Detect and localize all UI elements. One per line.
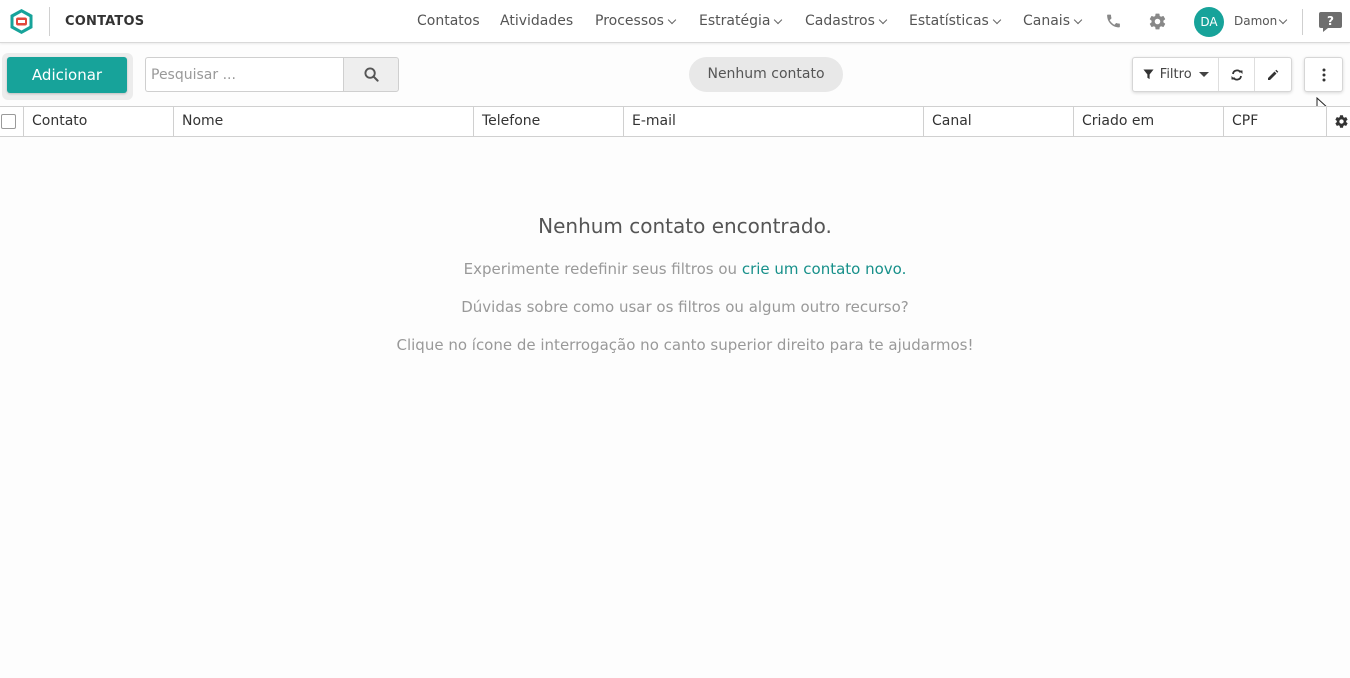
chevron-down-icon — [1073, 15, 1083, 24]
svg-text:?: ? — [1327, 14, 1334, 28]
logo-divider — [49, 7, 50, 36]
nav-item-canais[interactable]: Canais — [1023, 13, 1083, 29]
nav-label: Canais — [1023, 13, 1070, 29]
refresh-button[interactable] — [1219, 58, 1256, 91]
nav-item-cadastros[interactable]: Cadastros — [805, 13, 888, 29]
avatar[interactable]: DA — [1194, 7, 1224, 37]
column-header-criado-em[interactable]: Criado em — [1074, 107, 1224, 136]
select-all-cell — [0, 107, 24, 136]
nav-label: Processos — [595, 13, 664, 29]
empty-state-hint-text: Experimente redefinir seus filtros ou — [463, 260, 742, 278]
view-actions-group: Filtro — [1132, 57, 1292, 92]
chevron-down-icon — [992, 15, 1002, 24]
column-header-contato[interactable]: Contato — [24, 107, 174, 136]
column-settings-gear-icon[interactable] — [1334, 114, 1349, 129]
pencil-icon — [1268, 69, 1279, 80]
refresh-icon — [1231, 69, 1243, 80]
nav-item-atividades[interactable]: Atividades — [500, 13, 573, 29]
empty-state-title: Nenhum contato encontrado. — [538, 214, 832, 238]
nav-label: Cadastros — [805, 13, 875, 29]
caret-down-icon — [1198, 72, 1209, 77]
help-chat-icon[interactable]: ? — [1318, 11, 1343, 33]
chevron-down-icon[interactable] — [1278, 15, 1288, 25]
top-navigation-bar: CONTATOS Contatos Atividades Processos E… — [0, 0, 1350, 43]
select-all-checkbox[interactable] — [1, 114, 16, 129]
empty-state-help-hint: Clique no ícone de interrogação no canto… — [396, 336, 974, 354]
chevron-down-icon — [774, 15, 783, 24]
add-contact-button[interactable]: Adicionar — [7, 57, 127, 93]
nav-label: Contatos — [417, 13, 480, 29]
page-title: CONTATOS — [65, 14, 145, 29]
edit-button[interactable] — [1255, 58, 1291, 91]
chevron-down-icon — [878, 15, 888, 24]
nav-item-contatos[interactable]: Contatos — [417, 13, 480, 29]
kebab-menu-icon — [1322, 68, 1325, 81]
nav-label: Estratégia — [699, 13, 771, 29]
nav-item-estrategia[interactable]: Estratégia — [699, 13, 783, 29]
nav-divider — [1302, 9, 1303, 35]
create-contact-link[interactable]: crie um contato novo. — [742, 260, 907, 278]
search-input[interactable] — [145, 57, 344, 92]
column-header-email[interactable]: E-mail — [624, 107, 924, 136]
nav-item-estatisticas[interactable]: Estatísticas — [909, 13, 1002, 29]
more-options-button[interactable] — [1304, 57, 1343, 92]
filter-label: Filtro — [1159, 67, 1192, 82]
filter-icon — [1143, 69, 1154, 80]
status-badge: Nenhum contato — [689, 57, 843, 92]
filter-button[interactable]: Filtro — [1133, 58, 1220, 91]
gear-icon[interactable] — [1148, 12, 1167, 31]
nav-label: Atividades — [500, 13, 574, 29]
table-header: Contato Nome Telefone E-mail Canal Criad… — [0, 106, 1350, 137]
empty-state-question: Dúvidas sobre como usar os filtros ou al… — [461, 298, 909, 316]
empty-state-hint: Experimente redefinir seus filtros ou cr… — [0, 260, 1350, 278]
column-header-nome[interactable]: Nome — [174, 107, 474, 136]
search-button[interactable] — [343, 57, 399, 92]
column-header-canal[interactable]: Canal — [924, 107, 1074, 136]
nav-label: Estatísticas — [909, 13, 989, 29]
nav-item-processos[interactable]: Processos — [595, 13, 677, 29]
column-header-cpf[interactable]: CPF — [1224, 107, 1327, 136]
search-icon — [364, 67, 379, 82]
user-name[interactable]: Damon — [1234, 14, 1277, 28]
chevron-down-icon — [667, 15, 677, 24]
phone-icon[interactable] — [1105, 12, 1122, 30]
column-header-telefone[interactable]: Telefone — [474, 107, 624, 136]
app-logo-icon[interactable] — [8, 8, 35, 35]
